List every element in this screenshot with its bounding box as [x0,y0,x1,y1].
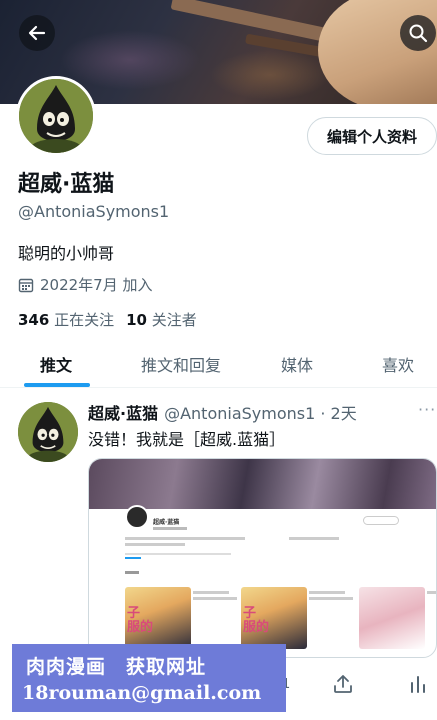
followers-link[interactable]: 10 关注者 [126,309,197,330]
tweet-text: 没错！我就是［超威.蓝猫］ [88,430,286,449]
media-profile-name: 超威·蓝猫 [153,519,180,526]
tab-media[interactable]: 媒体 [281,340,313,388]
media-tab-indicator [125,557,141,559]
tweet-author[interactable]: 超威·蓝猫 [88,400,158,424]
media-text-line [309,597,353,600]
watermark-line-2: 18rouman@gmail.com [22,682,262,704]
watermark-line-1: 肉肉漫画 获取网址 [26,656,207,678]
profile-handle: @AntoniaSymons1 [18,202,170,221]
back-button[interactable] [19,15,55,51]
share-icon [334,675,352,693]
media-text-line [153,527,187,530]
profile-tabs: 推文 推文和回复 媒体 喜欢 [0,340,437,388]
followers-count: 10 [126,311,147,329]
joined-date: 2022年7月 加入 [18,274,153,295]
follow-stats: 346 正在关注 10 关注者 [18,309,197,330]
tweet-media[interactable]: 超威·蓝猫 子服的 子服的 [88,458,437,658]
tab-tweets-replies[interactable]: 推文和回复 [141,340,221,388]
media-text-line [125,543,185,546]
search-button[interactable] [400,15,436,51]
arrow-left-icon [28,25,46,41]
media-text-line [193,591,229,594]
following-link[interactable]: 346 正在关注 [18,309,114,330]
tweet-header: 超威·蓝猫 @AntoniaSymons1 · 2天 [88,400,357,424]
more-options-icon[interactable]: ··· [418,400,436,419]
media-banner [89,459,436,509]
media-tabs [125,553,231,555]
analytics-button[interactable] [408,664,428,704]
media-text-line [193,597,237,600]
media-edit-button [363,516,399,525]
media-thumbnail [359,587,425,649]
media-thumbnail: 子服的 [241,587,307,649]
tab-likes[interactable]: 喜欢 [382,340,414,388]
media-text-line [309,591,345,594]
media-label [125,571,139,574]
following-count: 346 [18,311,50,329]
profile-bio: 聪明的小帅哥 [18,244,115,263]
tweet-avatar[interactable] [18,402,78,462]
following-label: 正在关注 [54,311,115,329]
calendar-icon [18,278,34,292]
tweet-handle-time[interactable]: @AntoniaSymons1 · 2天 [164,400,357,424]
profile-name: 超威·蓝猫 [18,172,115,197]
banner-light [60,30,200,90]
profile-avatar[interactable] [16,76,96,156]
media-text-line [289,537,339,540]
media-thumbnail: 子服的 [125,587,191,649]
watermark-banner: 肉肉漫画 获取网址 18rouman@gmail.com [12,644,286,712]
search-icon [409,24,428,43]
avatar-image [18,402,78,462]
joined-text: 2022年7月 加入 [40,276,153,294]
media-avatar [125,505,149,529]
bar-chart-icon [411,676,425,693]
edit-profile-button[interactable]: 编辑个人资料 [307,117,437,155]
avatar-image [19,79,93,153]
tab-tweets[interactable]: 推文 [40,340,72,388]
active-tab-indicator [24,383,90,387]
followers-label: 关注者 [151,311,197,329]
banner-light [210,50,330,100]
media-text-line [427,591,436,594]
media-text-line [125,537,245,540]
share-button[interactable] [332,664,354,704]
